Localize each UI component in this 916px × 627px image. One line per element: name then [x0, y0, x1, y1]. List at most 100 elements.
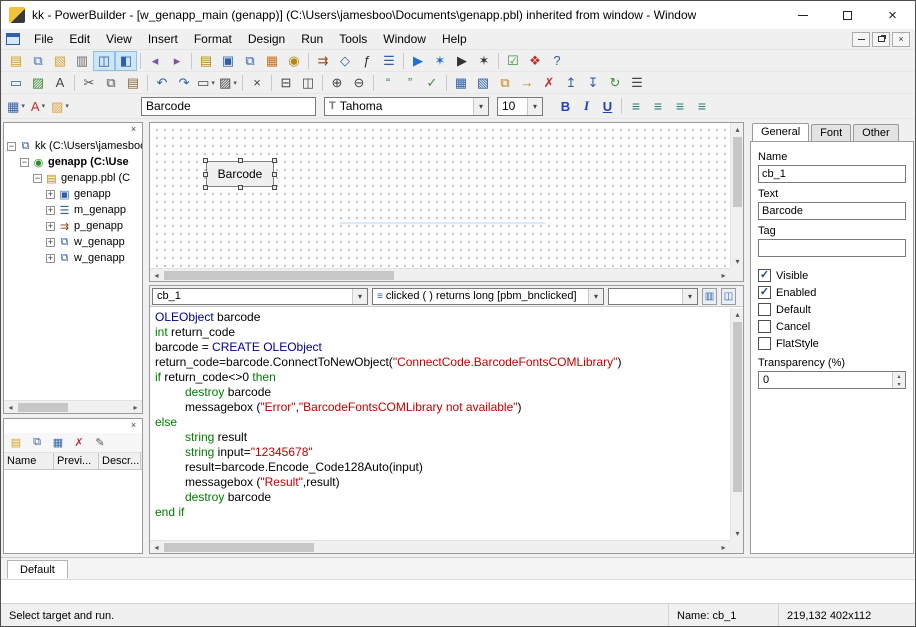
copy-entry-icon[interactable]: ⧉ [494, 73, 516, 93]
tree-item[interactable]: +⧉w_genapp [4, 250, 142, 266]
menu-item-window[interactable]: Window [375, 29, 434, 49]
code-line[interactable]: string result [151, 430, 729, 445]
checkbox-enabled[interactable]: ✓Enabled [758, 284, 906, 301]
controls-dropdown-icon[interactable]: ▭▾ [195, 73, 217, 93]
align-center-icon[interactable]: ≡ [647, 96, 669, 116]
expand-icon[interactable]: + [46, 238, 55, 247]
code-line[interactable]: barcode = CREATE OLEObject [151, 340, 729, 355]
column-header-previ[interactable]: Previ... [54, 453, 99, 469]
scroll-right-icon[interactable]: ▸ [717, 269, 730, 282]
scroll-thumb[interactable] [733, 322, 742, 492]
undo-icon[interactable]: ↶ [151, 73, 173, 93]
code-line[interactable]: end if [151, 505, 729, 520]
insert-text-icon[interactable]: A [49, 73, 71, 93]
prop-input-tag[interactable] [758, 239, 906, 257]
export-icon[interactable]: ↥ [560, 73, 582, 93]
print-icon[interactable]: ⊟ [275, 73, 297, 93]
bold-button[interactable]: B [555, 96, 576, 116]
tree-horizontal-scrollbar[interactable]: ◂ ▸ [4, 400, 142, 413]
code-line[interactable]: result=barcode.Encode_Code128Auto(input) [151, 460, 729, 475]
maximize-button[interactable] [825, 1, 870, 29]
object-combo[interactable]: cb_1 ▾ [152, 288, 368, 305]
design-canvas[interactable]: Barcode [150, 123, 730, 268]
child-window-icon[interactable] [6, 33, 20, 45]
code-line[interactable]: messagebox ("Error","BarcodeFontsCOMLibr… [151, 400, 729, 415]
title-bar[interactable]: kk - PowerBuilder - [w_genapp_main (gena… [1, 1, 915, 29]
expand-icon[interactable]: + [46, 254, 55, 263]
menu-item-file[interactable]: File [26, 29, 61, 49]
rename-clip-icon[interactable]: ✎ [91, 435, 109, 451]
code-line[interactable]: string input="12345678" [151, 445, 729, 460]
copy-icon[interactable]: ⧉ [100, 73, 122, 93]
event-combo[interactable]: ≡ clicked ( ) returns long [pbm_bnclicke… [372, 288, 604, 305]
spin-down-icon[interactable]: ▾ [893, 380, 905, 388]
resize-handle[interactable] [272, 172, 277, 177]
resize-handle[interactable] [272, 158, 277, 163]
chevron-down-icon[interactable]: ▾ [588, 289, 603, 304]
datawindow-painter-icon[interactable]: ▦ [261, 51, 283, 71]
collapse-icon[interactable]: − [33, 174, 42, 183]
tab-other[interactable]: Other [853, 124, 899, 141]
prop-input-text[interactable] [758, 202, 906, 220]
regenerate-icon[interactable]: ↻ [604, 73, 626, 93]
resize-handle[interactable] [203, 158, 208, 163]
mdi-close-button[interactable]: × [892, 32, 910, 47]
delete-clip-icon[interactable]: ✗ [70, 435, 88, 451]
checkbox-visible[interactable]: ✓Visible [758, 267, 906, 284]
resize-handle[interactable] [238, 185, 243, 190]
open-icon[interactable]: ▧ [49, 51, 71, 71]
function-painter-icon[interactable]: ƒ [356, 51, 378, 71]
column-header-descr[interactable]: Descr... [99, 453, 141, 469]
run-icon[interactable]: ▶ [407, 51, 429, 71]
next-painter-icon[interactable]: ▸ [166, 51, 188, 71]
background-color-icon[interactable]: ▨▾ [49, 96, 71, 116]
cut-icon[interactable]: ✂ [78, 73, 100, 93]
tree-panel-close-icon[interactable]: × [127, 124, 140, 136]
code-line[interactable]: else [151, 415, 729, 430]
select-and-debug-icon[interactable]: ✶ [473, 51, 495, 71]
code-line[interactable]: int return_code [151, 325, 729, 340]
uncomment-icon[interactable]: ” [399, 73, 421, 93]
pipeline-painter-icon[interactable]: ⇉ [312, 51, 334, 71]
chevron-down-icon[interactable]: ▾ [682, 289, 697, 304]
menu-painter-icon[interactable]: ☰ [378, 51, 400, 71]
tree-item[interactable]: +⇉p_genapp [4, 218, 142, 234]
transparency-spinner[interactable]: 0 ▴ ▾ [758, 371, 906, 389]
print-preview-icon[interactable]: ◫ [297, 73, 319, 93]
select-and-run-icon[interactable]: ▶ [451, 51, 473, 71]
close-painter-icon[interactable]: × [246, 73, 268, 93]
script-split-view-icon[interactable]: ◫ [721, 288, 736, 305]
secondary-combo[interactable]: ▾ [608, 288, 698, 305]
tile-layout-icon[interactable]: ◫ [93, 51, 115, 71]
expand-icon[interactable]: + [46, 222, 55, 231]
script-list-view-icon[interactable]: ▥ [702, 288, 717, 305]
database-painter-icon[interactable]: ◉ [283, 51, 305, 71]
align-right-icon[interactable]: ≡ [669, 96, 691, 116]
browser-icon[interactable]: ❖ [524, 51, 546, 71]
scroll-thumb[interactable] [164, 543, 314, 552]
bottom-tab-default[interactable]: Default [7, 560, 68, 579]
clip-panel-close-icon[interactable]: × [127, 420, 140, 432]
scroll-right-icon[interactable]: ▸ [129, 401, 142, 414]
resize-handle[interactable] [272, 185, 277, 190]
tree-item[interactable]: −⧉kk (C:\Users\jamesboo [4, 138, 142, 154]
menu-item-edit[interactable]: Edit [61, 29, 98, 49]
resize-handle[interactable] [238, 158, 243, 163]
properties-icon[interactable]: ☰ [626, 73, 648, 93]
menu-item-format[interactable]: Format [186, 29, 240, 49]
checkbox-flatstyle[interactable]: FlatStyle [758, 335, 906, 352]
move-entry-icon[interactable]: → [516, 73, 538, 93]
align-left-icon[interactable]: ≡ [625, 96, 647, 116]
code-line[interactable]: messagebox ("Result",result) [151, 475, 729, 490]
editor-horizontal-scrollbar[interactable]: ◂ ▸ [150, 540, 730, 553]
freeform-layout-icon[interactable]: ◧ [115, 51, 137, 71]
tree-item[interactable]: −◉genapp (C:\Use [4, 154, 142, 170]
code-line[interactable]: destroy barcode [151, 490, 729, 505]
script-code-area[interactable]: OLEObject barcodeint return_codebarcode … [151, 308, 729, 539]
tab-general[interactable]: General [752, 123, 809, 141]
query-painter-icon[interactable]: ◇ [334, 51, 356, 71]
menu-item-view[interactable]: View [98, 29, 140, 49]
scroll-down-icon[interactable]: ▾ [731, 255, 744, 268]
redo-icon[interactable]: ↷ [173, 73, 195, 93]
italic-button[interactable]: I [576, 96, 597, 116]
